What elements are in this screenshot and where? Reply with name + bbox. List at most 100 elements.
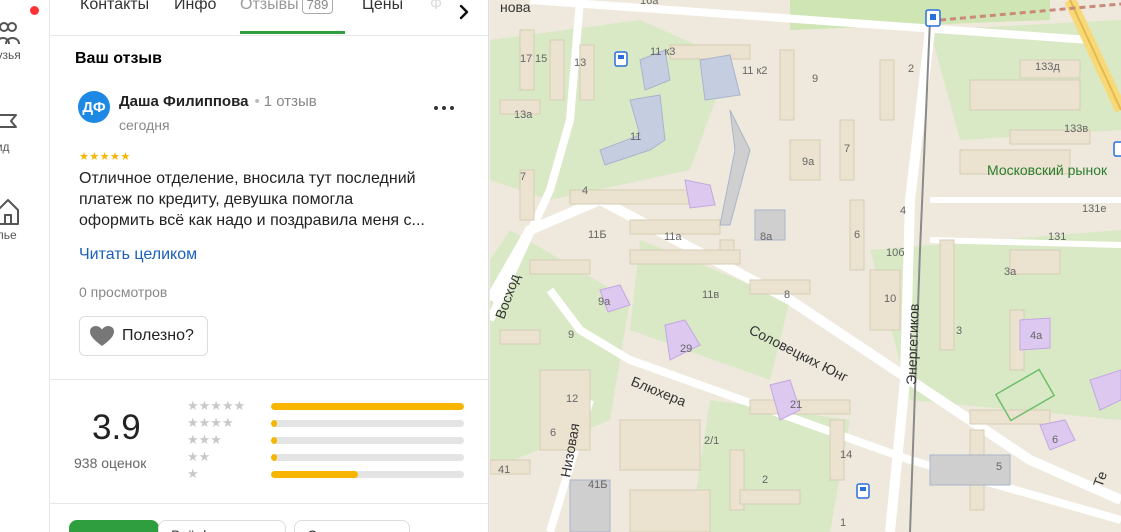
tab-prices[interactable]: Цены	[362, 0, 403, 14]
house-number: 14	[840, 449, 852, 461]
park-area	[690, 400, 850, 532]
house-number: 133в	[1064, 123, 1088, 135]
house-number: 10б	[886, 247, 905, 259]
house-number: 3а	[1004, 266, 1017, 278]
house-number: 41	[498, 464, 510, 476]
rail-item-guide[interactable]: Гид	[0, 110, 49, 154]
house-number: 7	[844, 143, 850, 155]
house-number: 16а	[640, 0, 659, 7]
dot-icon	[450, 106, 454, 110]
house-number: 21	[790, 399, 802, 411]
chevron-right-icon	[459, 4, 469, 20]
bus-stop-icon[interactable]	[1113, 141, 1121, 157]
filter-pill-with-answer[interactable]: С ответом	[294, 520, 410, 532]
dot-icon	[442, 106, 446, 110]
tab-info[interactable]: Инфо	[174, 0, 216, 14]
rating-row-fill	[271, 403, 464, 410]
review-text: Отличное отделение, вносила тут последни…	[79, 168, 459, 231]
house-number: 41Б	[588, 479, 607, 491]
useful-label: Полезно?	[122, 327, 194, 344]
tab-reviews[interactable]: Отзывы 789	[240, 0, 334, 14]
rail-label: рузья	[0, 48, 21, 62]
house-number: 9а	[598, 296, 611, 308]
rating-row-bar	[271, 437, 464, 444]
review-text-line: Отличное отделение, вносила тут последни…	[79, 170, 416, 187]
tab-contacts[interactable]: Контакты	[80, 0, 149, 14]
map-view[interactable]: 17 15 13 13а 11 к3 11 к2 9 2 133д 11 9а 7 133в 7 4 4 11Б…	[490, 0, 1121, 532]
review-stars: ★★★★★	[79, 151, 131, 163]
house-number: 13	[574, 57, 586, 69]
rating-row-fill	[271, 471, 358, 478]
separator-dot: •	[254, 93, 260, 110]
house-number: 11а	[664, 231, 682, 243]
house-number: 6	[550, 427, 556, 439]
read-more-link[interactable]: Читать целиком	[79, 246, 197, 264]
left-rail: рузья Гид илье	[0, 0, 50, 532]
poi-label-moskovsky-market[interactable]: Московский рынок	[987, 162, 1108, 178]
review-author[interactable]: Даша Филиппова • 1 отзыв	[119, 93, 317, 110]
tabs-next-button[interactable]	[452, 2, 476, 26]
house-number: 15	[535, 53, 547, 65]
bus-stop-icon[interactable]	[856, 483, 870, 499]
filter-pill-active[interactable]	[69, 520, 159, 532]
street-label: нова	[500, 0, 531, 15]
house-number: 29	[680, 343, 692, 355]
house-number: 13а	[514, 109, 533, 121]
active-tab-indicator	[240, 31, 345, 34]
rail-item-housing[interactable]: илье	[0, 196, 49, 242]
rating-row-bar	[271, 403, 464, 410]
useful-button[interactable]: Полезно?	[79, 316, 208, 356]
map-canvas[interactable]: 17 15 1313а11 к311 к292 133д119а7133в74411Б…	[490, 0, 1121, 532]
house-number: 2	[908, 63, 914, 75]
friends-icon	[0, 22, 20, 45]
section-divider	[50, 503, 488, 504]
house-number: 12	[566, 393, 578, 405]
rating-count: 938 оценок	[74, 455, 147, 471]
rating-row-bar	[271, 420, 464, 427]
house-number: 2/1	[704, 435, 719, 447]
rating-value: 3.9	[92, 408, 141, 447]
house-number: 131	[1048, 231, 1066, 243]
my-review-heading: Ваш отзыв	[75, 50, 162, 67]
tab-bar: Контакты Инфо Отзывы 789 Цены Ф	[50, 0, 488, 36]
review-more-menu-button[interactable]	[430, 96, 458, 120]
street-label: Энергетиков	[903, 303, 922, 385]
house-number: 9	[568, 329, 574, 341]
review-text-line: платеж по кредиту, девушка помогла	[79, 191, 354, 208]
house-number: 3	[956, 325, 962, 337]
house-number: 9	[812, 73, 818, 85]
house-number: 9а	[802, 156, 815, 168]
metro-station-icon[interactable]	[925, 9, 941, 27]
tab-photos-partial[interactable]: Ф	[430, 0, 442, 14]
filter-pill-all-photos[interactable]: Всё фото	[158, 520, 286, 532]
house-number: 133д	[1035, 61, 1060, 73]
house-number: 8	[784, 289, 790, 301]
rail-label: Гид	[0, 140, 10, 154]
house-number: 4	[900, 205, 906, 217]
bus-stop-icon[interactable]	[614, 51, 628, 67]
rating-row-stars: ★★	[187, 449, 211, 464]
avatar[interactable]: ДФ	[78, 91, 110, 123]
rating-row-fill	[271, 437, 277, 444]
rating-row-bar	[271, 471, 464, 478]
rail-item-friends[interactable]: рузья	[0, 18, 49, 62]
house-number: 11 к3	[650, 46, 675, 58]
house-number: 1	[840, 517, 846, 529]
house-number: 10	[884, 293, 896, 305]
house-number: 11 к2	[742, 65, 767, 77]
rail-label: илье	[0, 228, 17, 242]
house-number: 4	[582, 185, 588, 197]
rating-row-stars: ★★★	[187, 432, 222, 447]
notification-dot	[30, 6, 39, 15]
heart-icon	[90, 326, 114, 346]
house-number: 7	[520, 171, 526, 183]
house-number: 6	[1052, 434, 1058, 446]
house-number: 2	[762, 474, 768, 486]
housing-icon	[0, 199, 19, 225]
author-review-count: 1 отзыв	[263, 93, 317, 110]
rating-row-stars: ★	[187, 466, 199, 481]
house-number: 11Б	[588, 229, 607, 241]
rating-row-bar	[271, 454, 464, 461]
house-number: 6	[854, 229, 860, 241]
house-number: 8а	[760, 231, 773, 243]
